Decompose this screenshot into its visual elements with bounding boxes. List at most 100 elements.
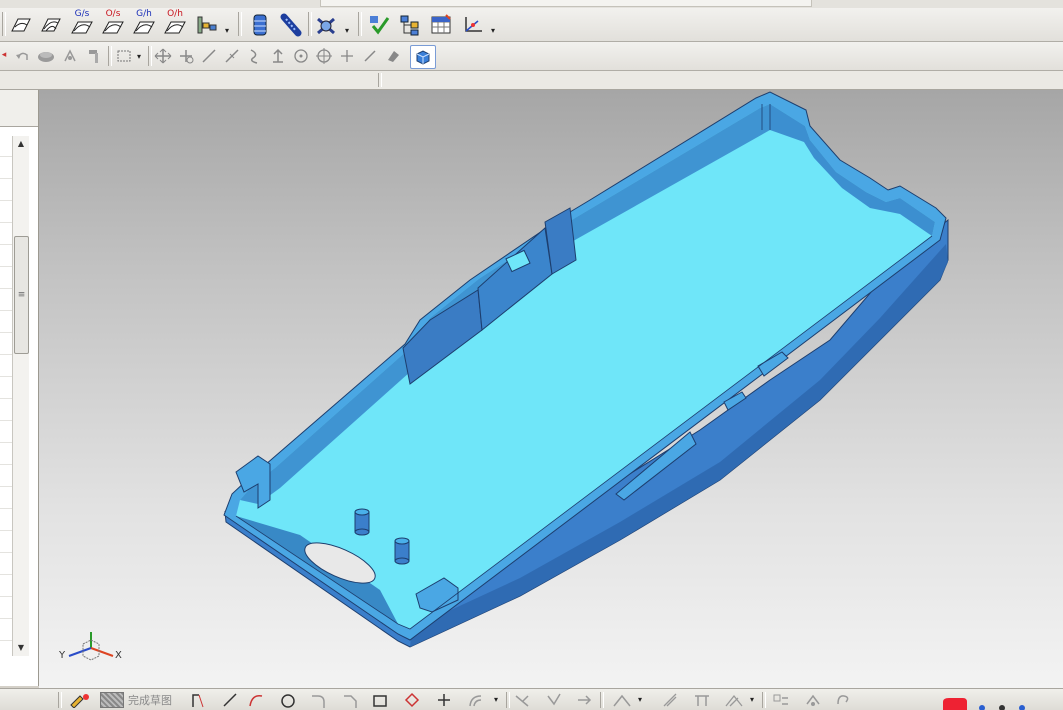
trim-button[interactable] <box>360 46 380 66</box>
make-corner-button[interactable] <box>574 691 594 709</box>
tray-icons[interactable] <box>974 695 1034 710</box>
sketch-point-button[interactable] <box>434 691 454 709</box>
chevron-down-icon[interactable]: ▾ <box>638 695 642 704</box>
view-triad[interactable]: Y X <box>57 628 125 675</box>
list-row <box>0 178 12 179</box>
sketch-pencil-icon <box>70 694 89 708</box>
g1-continuity-button[interactable]: O/s <box>99 8 127 38</box>
chevron-down-icon[interactable]: ▾ <box>345 26 349 35</box>
ime-indicator[interactable] <box>940 695 970 710</box>
constraint-icon <box>613 694 631 707</box>
continuity-label: G/h <box>136 8 152 19</box>
part-navigator-button[interactable] <box>397 12 423 38</box>
surface-analysis-icon <box>11 18 31 32</box>
toolbar-grip <box>2 12 6 36</box>
sketch-toolbar: 完成草图 ▾ ▾ ▾ <box>0 688 1063 710</box>
rotate-move-button[interactable] <box>176 46 196 66</box>
vertical-scrollbar[interactable]: ▲ ≡ ▼ <box>12 136 29 656</box>
extrude-button[interactable] <box>36 46 56 66</box>
spline-button[interactable] <box>245 46 265 66</box>
eraser-button[interactable] <box>383 46 403 66</box>
point-on-curve-button[interactable] <box>222 46 242 66</box>
sketch-button[interactable] <box>66 691 94 709</box>
housing-part-model[interactable] <box>39 90 1063 688</box>
finish-sketch-button[interactable]: 完成草图 <box>100 689 172 710</box>
chamfer-button[interactable] <box>340 691 360 709</box>
constraints-button[interactable] <box>610 691 634 709</box>
list-row <box>0 354 12 355</box>
quick-trim-button[interactable] <box>512 691 532 709</box>
move-button[interactable] <box>153 46 173 66</box>
toolbar-separator <box>378 73 382 87</box>
rectangle-icon <box>373 695 387 707</box>
fillet-button[interactable] <box>308 691 328 709</box>
chamfer-icon <box>344 695 357 708</box>
curvature-continuity-button[interactable]: O/h <box>161 8 189 38</box>
quick-extend-button[interactable] <box>544 691 564 709</box>
selection-box-icon <box>117 50 131 62</box>
perpendicular-button[interactable] <box>268 46 288 66</box>
scroll-up-arrow-icon[interactable]: ▲ <box>13 136 29 152</box>
extend-icon <box>547 693 561 706</box>
toolbar-grip <box>58 692 62 708</box>
deviation-check-button[interactable] <box>8 12 34 38</box>
circle-button[interactable] <box>278 691 298 709</box>
scroll-down-arrow-icon[interactable]: ▼ <box>13 640 29 656</box>
chevron-down-icon[interactable]: ▾ <box>225 26 229 35</box>
continuity-icon <box>133 21 155 33</box>
assembly-constraint-button[interactable] <box>313 12 341 38</box>
point-line-icon <box>225 49 239 63</box>
wcs-orient-button[interactable] <box>459 12 485 38</box>
section-analysis-button[interactable] <box>38 12 64 38</box>
continuity-label: G/s <box>74 8 90 19</box>
empty-toolbar-row <box>0 71 1063 90</box>
dimension-button[interactable] <box>660 691 680 709</box>
hammer-icon <box>89 50 98 63</box>
line-button[interactable] <box>199 46 219 66</box>
reattach-button[interactable] <box>802 691 824 709</box>
g2-continuity-button[interactable]: G/h <box>130 8 158 38</box>
spring-button[interactable] <box>278 12 304 38</box>
sketch-line-button[interactable] <box>220 691 240 709</box>
continuity-icon <box>71 21 93 33</box>
selection-box-button[interactable] <box>114 46 134 66</box>
layer-settings-button[interactable] <box>248 12 272 38</box>
graphics-viewport[interactable]: Y X <box>39 90 1063 688</box>
point-button[interactable] <box>291 46 311 66</box>
auto-constrain-button[interactable] <box>722 691 746 709</box>
toolbar-separator <box>148 46 152 66</box>
y-axis-label: Y <box>58 650 66 661</box>
shaded-view-button[interactable] <box>410 45 436 69</box>
chevron-down-icon[interactable]: ▾ <box>137 52 141 61</box>
chevron-down-icon[interactable]: ▾ <box>494 695 498 704</box>
g0-continuity-button[interactable]: G/s <box>68 8 96 38</box>
checkmark-icon <box>370 16 390 35</box>
chevron-down-icon[interactable]: ▾ <box>491 26 495 35</box>
arrow-left-icon[interactable]: ◂ <box>0 48 8 62</box>
spreadsheet-button[interactable] <box>428 12 454 38</box>
rectangle-button[interactable] <box>370 691 390 709</box>
center-point-button[interactable] <box>314 46 334 66</box>
draft-analysis-button[interactable] <box>194 13 220 37</box>
arc-button[interactable] <box>246 691 266 709</box>
plus-button[interactable] <box>337 46 357 66</box>
alternate-solution-button[interactable] <box>832 691 854 709</box>
scrollbar-thumb[interactable]: ≡ <box>14 236 29 354</box>
chevron-down-icon[interactable]: ▾ <box>750 695 754 704</box>
show-constraints-button[interactable] <box>770 691 792 709</box>
undo-button[interactable] <box>12 46 32 66</box>
check-geometry-button[interactable] <box>366 12 392 38</box>
profile-button[interactable] <box>188 691 208 709</box>
polygon-button[interactable] <box>402 691 422 709</box>
list-row <box>0 552 12 553</box>
show-constraints-icon <box>773 694 788 705</box>
snap-icon <box>64 49 76 62</box>
geometric-constraints-button[interactable] <box>690 691 714 709</box>
dimension-icon <box>663 693 677 707</box>
spreadsheet-icon <box>431 14 451 34</box>
snap-button[interactable] <box>60 46 80 66</box>
spline-icon <box>250 49 258 64</box>
offset-curve-button[interactable] <box>464 691 492 709</box>
alternate-solution-icon <box>837 695 849 705</box>
hammer-button[interactable] <box>84 46 104 66</box>
